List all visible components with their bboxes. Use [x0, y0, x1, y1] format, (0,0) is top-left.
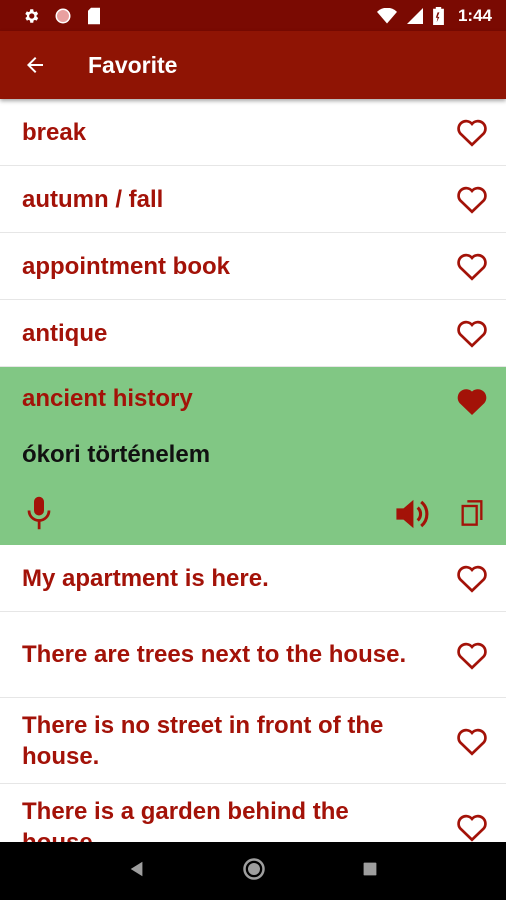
favorite-button[interactable] [454, 809, 490, 843]
list-item[interactable]: There is no street in front of the house… [0, 698, 506, 784]
signal-icon [406, 7, 423, 24]
nav-recents-button[interactable] [362, 861, 378, 882]
battery-icon [433, 6, 444, 25]
list-item[interactable]: There is a garden behind the house. [0, 784, 506, 842]
status-left [22, 7, 102, 25]
heart-outline-icon [457, 728, 487, 756]
back-button[interactable] [0, 31, 70, 99]
heart-outline-icon [457, 119, 487, 147]
heart-outline-icon [457, 186, 487, 214]
status-time: 1:44 [457, 5, 492, 25]
list-item-expanded[interactable]: ancient history ókori történelem [0, 367, 506, 545]
back-triangle-icon [130, 861, 143, 876]
recents-square-icon [363, 862, 377, 875]
list-item[interactable]: antique [0, 300, 506, 367]
copy-icon [461, 500, 483, 526]
heart-outline-icon [457, 642, 487, 670]
status-bar: 1:44 [0, 0, 506, 31]
mic-icon [27, 496, 51, 530]
heart-outline-icon [457, 320, 487, 348]
heart-outline-icon [457, 253, 487, 281]
list-item[interactable]: autumn / fall [0, 166, 506, 233]
list-item-text: There are trees next to the house. [22, 641, 407, 668]
circle-icon [55, 8, 71, 23]
list-item-text: break [22, 118, 87, 146]
heart-outline-icon [457, 814, 487, 842]
favorite-button[interactable] [454, 181, 490, 217]
home-circle-icon [243, 857, 265, 880]
speaker-icon [396, 499, 429, 529]
list-item-text: appointment book [22, 252, 230, 280]
favorite-button[interactable] [454, 248, 490, 284]
nav-back-button[interactable] [128, 860, 146, 883]
list-item[interactable]: My apartment is here. [0, 545, 506, 612]
navigation-bar [0, 842, 506, 900]
copy-button[interactable] [458, 499, 486, 532]
favorite-button[interactable] [454, 560, 490, 596]
heart-outline-icon [457, 565, 487, 593]
settings-icon [25, 8, 39, 23]
page-title: Favorite [88, 51, 178, 78]
list-item[interactable]: appointment book [0, 233, 506, 300]
list-item[interactable]: break [0, 99, 506, 166]
favorite-button[interactable] [454, 723, 490, 759]
favorite-button[interactable] [454, 315, 490, 351]
translation-text: ókori történelem [22, 441, 211, 468]
list-item-text: antique [22, 319, 108, 347]
favorite-button[interactable] [454, 114, 490, 150]
heart-filled-icon [457, 389, 487, 415]
wifi-icon [376, 7, 397, 23]
list-item-text: My apartment is here. [22, 564, 269, 592]
list-item-text: There is a garden behind the house. [22, 797, 349, 843]
list-item-text: There is no street in front of the house… [22, 711, 384, 770]
list-item[interactable]: There are trees next to the house. [0, 612, 506, 698]
favorite-button[interactable] [454, 383, 490, 419]
list-item-text: autumn / fall [22, 185, 164, 213]
list-item-text: ancient history [22, 385, 193, 412]
favorites-list[interactable]: break autumn / fall appointment book ant… [0, 99, 506, 842]
favorite-button[interactable] [454, 637, 490, 673]
speaker-button[interactable] [393, 497, 431, 536]
app-bar: Favorite [0, 31, 506, 99]
status-right: 1:44 [376, 5, 492, 26]
sd-card-icon [88, 7, 100, 24]
arrow-back-icon [27, 57, 43, 73]
mic-button[interactable] [24, 495, 54, 536]
nav-home-button[interactable] [242, 857, 266, 886]
